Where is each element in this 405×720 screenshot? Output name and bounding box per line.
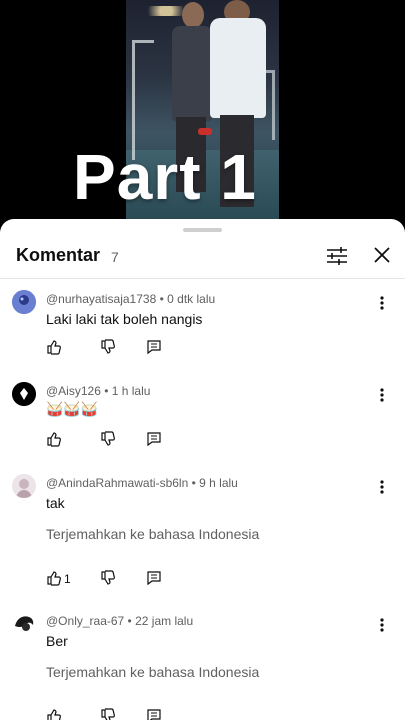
comment-actions	[46, 708, 246, 720]
comment-text: 🥁🥁🥁	[46, 401, 99, 417]
comment-meta: @AnindaRahmawati-sb6ln • 9 h lalu	[46, 476, 238, 490]
video-caption: Part 1	[73, 141, 257, 213]
comment-author[interactable]: @Only_raa-67	[46, 614, 124, 628]
comment-meta: @nurhayatisaja1738 • 0 dtk lalu	[46, 292, 216, 306]
close-icon[interactable]	[370, 243, 394, 267]
translate-link[interactable]: Terjemahkan ke bahasa Indonesia	[46, 664, 259, 680]
comment-text: tak	[46, 495, 65, 511]
comment-actions: 1	[46, 570, 246, 590]
comment-actions	[46, 431, 246, 451]
comment-author[interactable]: @AnindaRahmawati-sb6ln	[46, 476, 188, 490]
thumb-down-icon[interactable]	[100, 339, 118, 357]
comment-meta: @Aisy126 • 1 h lalu	[46, 384, 151, 398]
comment-author[interactable]: @Aisy126	[46, 384, 101, 398]
avatar[interactable]	[12, 474, 36, 498]
sliders-icon[interactable]	[324, 243, 350, 269]
comment-author[interactable]: @nurhayatisaja1738	[46, 292, 156, 306]
comment-text: Laki laki tak boleh nangis	[46, 311, 203, 327]
more-vertical-icon[interactable]	[376, 615, 388, 635]
reply-icon[interactable]	[146, 570, 164, 588]
thumb-up-icon[interactable]	[46, 339, 64, 357]
comment-time: 22 jam lalu	[135, 614, 194, 628]
comment-time: 1 h lalu	[111, 384, 151, 398]
thumb-up-icon[interactable]	[46, 431, 64, 449]
thumb-down-icon[interactable]	[100, 431, 118, 449]
comment-time: 9 h lalu	[199, 476, 238, 490]
comments-count: 7	[111, 249, 119, 265]
comment-meta: @Only_raa-67 • 22 jam lalu	[46, 614, 194, 628]
reply-icon[interactable]	[146, 708, 164, 720]
avatar[interactable]	[12, 382, 36, 406]
reply-icon[interactable]	[146, 431, 164, 449]
comments-title: Komentar	[16, 245, 101, 265]
comments-sheet: Komentar 7 @nurhayatisaja1738 • 0 dtk la…	[0, 219, 405, 720]
comments-header: Komentar 7	[0, 233, 405, 279]
reply-icon[interactable]	[146, 339, 164, 357]
comment-time: 0 dtk lalu	[167, 292, 216, 306]
drag-handle[interactable]	[183, 228, 222, 232]
thumb-down-icon[interactable]	[100, 708, 118, 720]
more-vertical-icon[interactable]	[376, 293, 388, 313]
more-vertical-icon[interactable]	[376, 385, 388, 405]
video-player[interactable]: Part 1	[0, 0, 405, 232]
avatar[interactable]	[12, 612, 36, 636]
comment-text: Ber	[46, 633, 68, 649]
thumb-up-icon[interactable]	[46, 570, 64, 588]
avatar[interactable]	[12, 290, 36, 314]
comment-actions	[46, 339, 246, 359]
thumb-down-icon[interactable]	[100, 570, 118, 588]
translate-link[interactable]: Terjemahkan ke bahasa Indonesia	[46, 526, 259, 542]
more-vertical-icon[interactable]	[376, 477, 388, 497]
thumb-up-icon[interactable]	[46, 708, 64, 720]
like-count: 1	[64, 572, 71, 586]
header-divider	[0, 278, 405, 279]
